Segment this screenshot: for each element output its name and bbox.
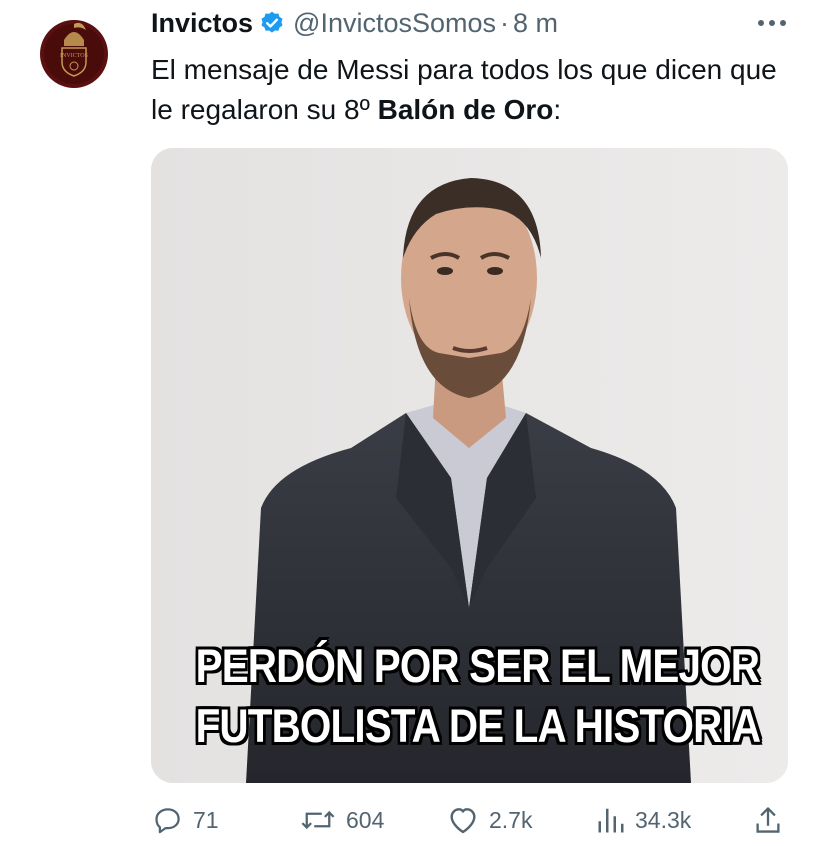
share-button[interactable]: [754, 800, 782, 840]
retweet-icon: [301, 810, 335, 830]
retweet-count: 604: [346, 806, 385, 833]
views-count: 34.3k: [635, 806, 692, 833]
like-button[interactable]: 2.7k: [447, 800, 532, 840]
tweet-text-part2: :: [553, 94, 562, 125]
tweet-text-bold: Balón de Oro: [377, 94, 554, 125]
views-button[interactable]: 34.3k: [597, 800, 691, 840]
svg-text:INVICTOS: INVICTOS: [60, 53, 88, 59]
like-count: 2.7k: [489, 806, 533, 833]
tweet-text: El mensaje de Messi para todos los que d…: [151, 50, 791, 130]
views-icon: [598, 808, 624, 833]
avatar[interactable]: INVICTOS: [40, 10, 108, 100]
tweet-header: Invictos @InvictosSomos · 8 m: [151, 5, 558, 41]
reply-button[interactable]: 71: [153, 800, 219, 840]
reply-count: 71: [193, 806, 219, 833]
verified-badge-icon: [259, 10, 285, 36]
tweet-media-image[interactable]: PERDÓN POR SER EL MEJOR FUTBOLISTA DE LA…: [151, 148, 788, 783]
display-name[interactable]: Invictos: [151, 8, 253, 39]
reply-icon: [155, 808, 180, 834]
tweet[interactable]: INVICTOS Invictos @InvictosSomos · 8 m E…: [0, 0, 829, 846]
separator-dot: ·: [500, 7, 510, 38]
timestamp[interactable]: 8 m: [513, 8, 558, 39]
media-caption-line1: PERDÓN POR SER EL MEJOR: [195, 639, 760, 692]
action-bar: 71 604 2.7k 34.3k: [0, 800, 829, 840]
retweet-button[interactable]: 604: [300, 800, 384, 840]
heart-icon: [450, 808, 476, 834]
more-options-icon[interactable]: [754, 8, 790, 38]
share-icon: [756, 807, 780, 833]
user-handle[interactable]: @InvictosSomos: [293, 8, 496, 39]
media-caption-line2: FUTBOLISTA DE LA HISTORIA: [195, 699, 761, 752]
